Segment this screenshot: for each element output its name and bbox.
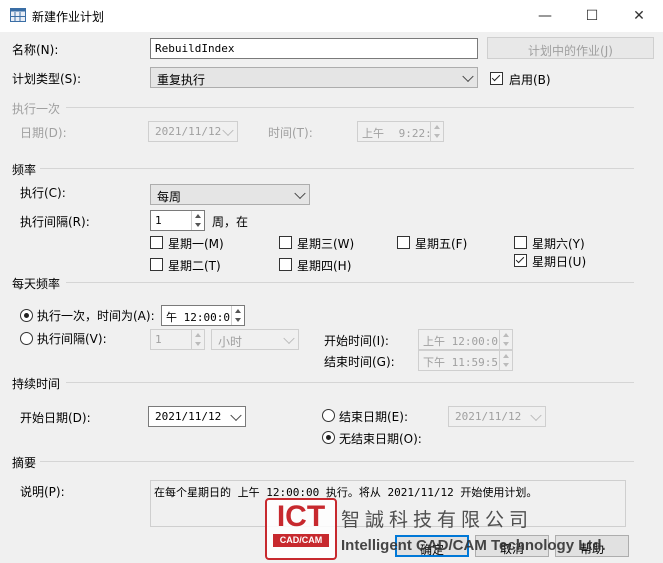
description-label: 说明(P): <box>20 485 65 499</box>
time-spinner[interactable] <box>499 351 512 370</box>
start-date-value: 2021/11/12 <box>155 410 222 423</box>
end-date-radio[interactable] <box>322 409 335 422</box>
divider <box>40 168 634 169</box>
occurs-value: 每周 <box>157 190 182 204</box>
start-time-label: 开始时间(I): <box>324 334 389 348</box>
end-time-input[interactable]: 下午 11:59:5 <box>418 350 513 371</box>
window-title: 新建作业计划 <box>32 10 105 24</box>
occurs-label: 执行(C): <box>20 186 66 200</box>
one-time-date-picker[interactable]: 2021/11/12 <box>148 121 238 142</box>
chevron-down-icon <box>222 124 234 136</box>
start-date-picker[interactable]: 2021/11/12 <box>148 406 246 427</box>
start-time-value: 上午 12:00:0 <box>423 335 498 348</box>
tuesday-label: 星期二(T) <box>168 259 221 273</box>
start-time-input[interactable]: 上午 12:00:0 <box>418 329 513 350</box>
logo-text: ICT <box>276 500 326 533</box>
schedule-window-icon <box>10 8 26 22</box>
end-time-value: 下午 11:59:5 <box>423 356 498 369</box>
duration-section-title: 持续时间 <box>12 377 61 391</box>
thursday-checkbox[interactable] <box>279 258 292 271</box>
watermark-company-cn: 智誠科技有限公司 <box>341 509 534 531</box>
occurs-once-time-input[interactable]: 午 12:00:0 <box>161 305 245 326</box>
enabled-checkbox[interactable] <box>490 72 503 85</box>
chevron-down-icon <box>283 332 295 344</box>
one-time-time-input[interactable]: 上午 9:22: <box>357 121 444 142</box>
occurs-every-radio[interactable] <box>20 332 33 345</box>
occurs-every-unit: 小时 <box>218 335 243 349</box>
end-date-label: 结束日期(E): <box>339 410 408 424</box>
one-time-time-label: 时间(T): <box>268 126 313 140</box>
chevron-down-icon <box>462 70 474 82</box>
occurs-once-label: 执行一次，时间为(A): <box>37 309 155 323</box>
wednesday-checkbox[interactable] <box>279 236 292 249</box>
every-spinner[interactable] <box>191 330 204 349</box>
no-end-date-label: 无结束日期(O): <box>339 432 422 446</box>
one-time-date-label: 日期(D): <box>20 126 67 140</box>
recurs-every-input[interactable]: 1 <box>150 210 205 231</box>
no-end-date-radio[interactable] <box>322 431 335 444</box>
occurs-select[interactable]: 每周 <box>150 184 310 205</box>
monday-checkbox[interactable] <box>150 236 163 249</box>
watermark-company-en: Intelligent CAD/CAM Technology Ltd. <box>341 537 606 554</box>
daily-section-title: 每天频率 <box>12 277 61 291</box>
chevron-down-icon <box>294 187 306 199</box>
maximize-button[interactable]: ☐ <box>569 0 615 32</box>
enabled-label: 启用(B) <box>509 73 551 87</box>
ict-logo: ICT CAD/CAM <box>265 498 337 560</box>
recurs-spinner[interactable] <box>191 211 204 230</box>
thursday-label: 星期四(H) <box>297 259 352 273</box>
friday-label: 星期五(F) <box>415 237 468 251</box>
schedule-type-select[interactable]: 重复执行 <box>150 67 478 88</box>
one-time-time-ampm: 上午 <box>362 127 384 140</box>
occurs-once-time-value: 午 12:00:0 <box>166 311 230 324</box>
name-input[interactable]: RebuildIndex <box>150 38 478 59</box>
divider <box>66 282 634 283</box>
schedule-type-value: 重复执行 <box>157 73 206 87</box>
sunday-checkbox[interactable] <box>514 254 527 267</box>
occurs-every-value: 1 <box>155 333 162 346</box>
one-time-date-value: 2021/11/12 <box>155 125 222 138</box>
end-date-picker[interactable]: 2021/11/12 <box>448 406 546 427</box>
minimize-button[interactable]: — <box>522 0 568 32</box>
chevron-down-icon <box>530 409 542 421</box>
time-spinner[interactable] <box>231 306 244 325</box>
time-spinner[interactable] <box>499 330 512 349</box>
saturday-checkbox[interactable] <box>514 236 527 249</box>
end-date-value: 2021/11/12 <box>455 410 522 423</box>
friday-checkbox[interactable] <box>397 236 410 249</box>
name-label: 名称(N): <box>12 43 59 57</box>
frequency-section-title: 频率 <box>12 163 37 177</box>
monday-label: 星期一(M) <box>168 237 224 251</box>
recurs-every-value: 1 <box>155 214 162 227</box>
time-spinner[interactable] <box>430 122 443 141</box>
close-button[interactable]: ✕ <box>616 0 662 32</box>
chevron-down-icon <box>230 409 242 421</box>
occurs-every-input[interactable]: 1 <box>150 329 205 350</box>
divider <box>40 461 634 462</box>
saturday-label: 星期六(Y) <box>532 237 585 251</box>
recurs-suffix: 周，在 <box>212 215 249 229</box>
start-date-label: 开始日期(D): <box>20 411 91 425</box>
occurs-every-label: 执行间隔(V): <box>37 332 107 346</box>
jobs-in-schedule-button[interactable]: 计划中的作业(J) <box>487 37 654 59</box>
divider <box>66 382 634 383</box>
recurs-label: 执行间隔(R): <box>20 215 90 229</box>
logo-subtitle: CAD/CAM <box>273 534 329 547</box>
sunday-label: 星期日(U) <box>532 255 587 269</box>
tuesday-checkbox[interactable] <box>150 258 163 271</box>
summary-section-title: 摘要 <box>12 456 37 470</box>
occurs-every-unit-select[interactable]: 小时 <box>211 329 299 350</box>
occurs-once-radio[interactable] <box>20 309 33 322</box>
schedule-type-label: 计划类型(S): <box>12 72 82 86</box>
end-time-label: 结束时间(G): <box>324 355 395 369</box>
one-time-section-title: 执行一次 <box>12 102 61 116</box>
divider <box>66 107 634 108</box>
one-time-time-value: 9:22: <box>398 127 432 140</box>
wednesday-label: 星期三(W) <box>297 237 355 251</box>
